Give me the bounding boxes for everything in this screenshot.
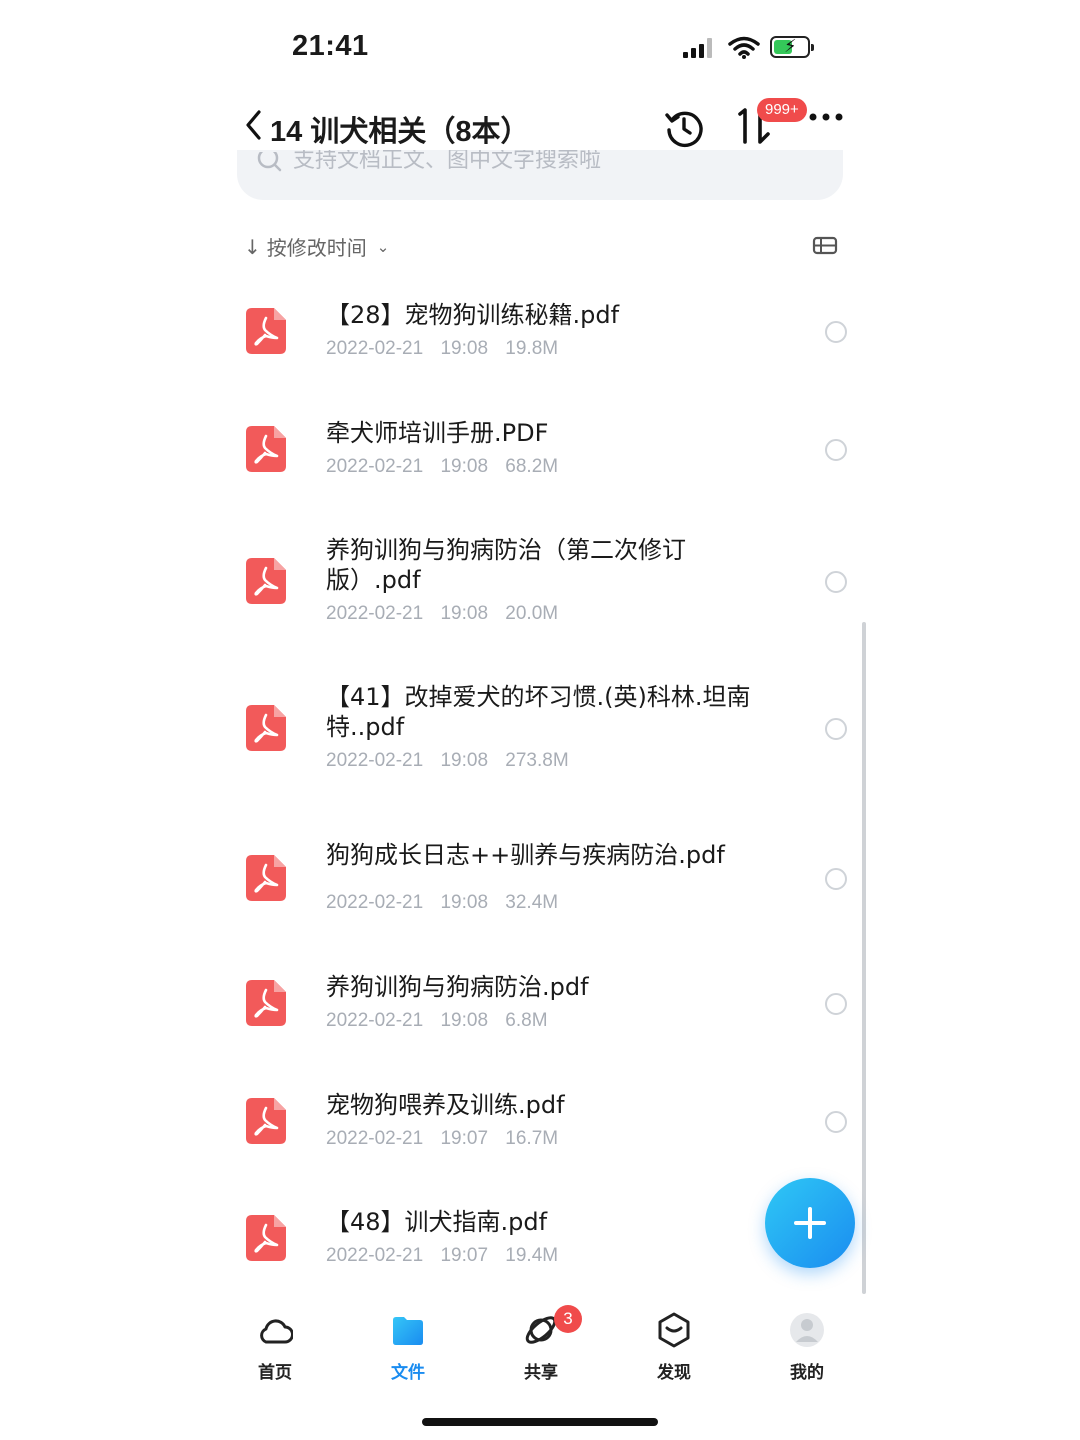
tab-label: 首页 <box>258 1363 292 1383</box>
file-name: 【48】训犬指南.pdf <box>326 1208 548 1236</box>
file-meta: 2022-02-21 19:08 19.8M <box>326 338 558 360</box>
file-name: 【41】改掉爱犬的坏习惯.(英)科林.坦南特..pdf <box>326 683 751 741</box>
select-radio[interactable] <box>825 718 847 740</box>
pdf-file-icon <box>246 308 286 354</box>
notification-badge: 999+ <box>757 98 807 122</box>
file-size: 6.8M <box>505 1010 548 1031</box>
file-name: 养狗训狗与狗病防治.pdf <box>326 973 589 1001</box>
back-chevron-icon[interactable] <box>244 108 264 142</box>
file-size: 19.4M <box>505 1245 559 1266</box>
file-meta: 2022-02-21 19:08 6.8M <box>326 1010 548 1032</box>
file-size: 20.0M <box>505 603 559 624</box>
tab-label: 发现 <box>657 1363 691 1383</box>
pdf-file-icon <box>246 1098 286 1144</box>
pdf-file-icon <box>246 426 286 472</box>
pdf-file-icon <box>246 980 286 1026</box>
history-icon[interactable] <box>664 108 704 148</box>
file-size: 68.2M <box>505 456 559 477</box>
select-radio[interactable] <box>825 1111 847 1133</box>
select-radio[interactable] <box>825 439 847 461</box>
file-size: 16.7M <box>505 1128 559 1149</box>
pdf-file-icon <box>246 558 286 604</box>
add-button[interactable] <box>765 1178 855 1268</box>
share-badge: 3 <box>554 1305 582 1333</box>
tab-label: 我的 <box>790 1363 824 1383</box>
file-date: 2022-02-21 19:08 <box>326 603 489 624</box>
scrollbar[interactable] <box>862 622 866 1294</box>
cube-icon <box>658 1312 690 1348</box>
file-size: 19.8M <box>505 338 559 359</box>
file-name: 养狗训狗与狗病防治（第二次修订版）.pdf <box>326 536 686 594</box>
home-indicator[interactable] <box>422 1418 658 1426</box>
file-meta: 2022-02-21 19:08 20.0M <box>326 603 558 625</box>
search-placeholder: 支持文档正文、图中文字搜索啦 <box>293 150 602 173</box>
status-time: 21:41 <box>292 30 369 62</box>
file-date: 2022-02-21 19:07 <box>326 1128 489 1149</box>
file-name: 【28】宠物狗训练秘籍.pdf <box>326 301 620 329</box>
search-bar[interactable]: 支持文档正文、图中文字搜索啦 <box>237 150 843 200</box>
more-options-icon[interactable] <box>808 112 844 122</box>
file-meta: 2022-02-21 19:08 32.4M <box>326 892 558 914</box>
tab-label: 共享 <box>524 1363 558 1383</box>
layout-toggle-icon[interactable] <box>812 236 838 256</box>
pdf-file-icon <box>246 705 286 751</box>
file-date: 2022-02-21 19:08 <box>326 892 489 913</box>
file-meta: 2022-02-21 19:07 19.4M <box>326 1245 558 1267</box>
file-name: 牵犬师培训手册.PDF <box>326 419 549 447</box>
select-radio[interactable] <box>825 868 847 890</box>
select-radio[interactable] <box>825 993 847 1015</box>
file-size: 32.4M <box>505 892 559 913</box>
wifi-icon <box>728 36 760 59</box>
pdf-file-icon <box>246 1215 286 1261</box>
file-name: 宠物狗喂养及训练.pdf <box>326 1091 565 1119</box>
cloud-icon <box>260 1319 293 1344</box>
file-name: 狗狗成长日志++驯养与疾病防治.pdf <box>326 841 725 869</box>
file-meta: 2022-02-21 19:08 68.2M <box>326 456 558 478</box>
sort-selector[interactable]: ↓ 按修改时间 ⌄ <box>244 232 389 261</box>
pdf-file-icon <box>246 855 286 901</box>
file-date: 2022-02-21 19:07 <box>326 1245 489 1266</box>
file-meta: 2022-02-21 19:07 16.7M <box>326 1128 558 1150</box>
file-date: 2022-02-21 19:08 <box>326 1010 489 1031</box>
select-radio[interactable] <box>825 571 847 593</box>
file-size: 273.8M <box>505 750 569 771</box>
sort-label: 按修改时间 <box>266 236 367 260</box>
tab-label: 文件 <box>391 1363 425 1383</box>
search-icon <box>257 152 282 172</box>
cellular-signal-icon <box>683 38 712 58</box>
battery-icon: ⚡ <box>770 36 814 58</box>
chevron-down-icon: ⌄ <box>376 237 390 256</box>
select-radio[interactable] <box>825 321 847 343</box>
file-date: 2022-02-21 19:08 <box>326 456 489 477</box>
sort-arrow-icon: ↓ <box>244 234 261 259</box>
file-meta: 2022-02-21 19:08 273.8M <box>326 750 569 772</box>
file-date: 2022-02-21 19:08 <box>326 338 489 359</box>
folder-icon <box>393 1317 423 1345</box>
page-title: 14 训犬相关（8本） <box>270 116 530 148</box>
avatar-icon <box>790 1313 824 1347</box>
file-date: 2022-02-21 19:08 <box>326 750 489 771</box>
